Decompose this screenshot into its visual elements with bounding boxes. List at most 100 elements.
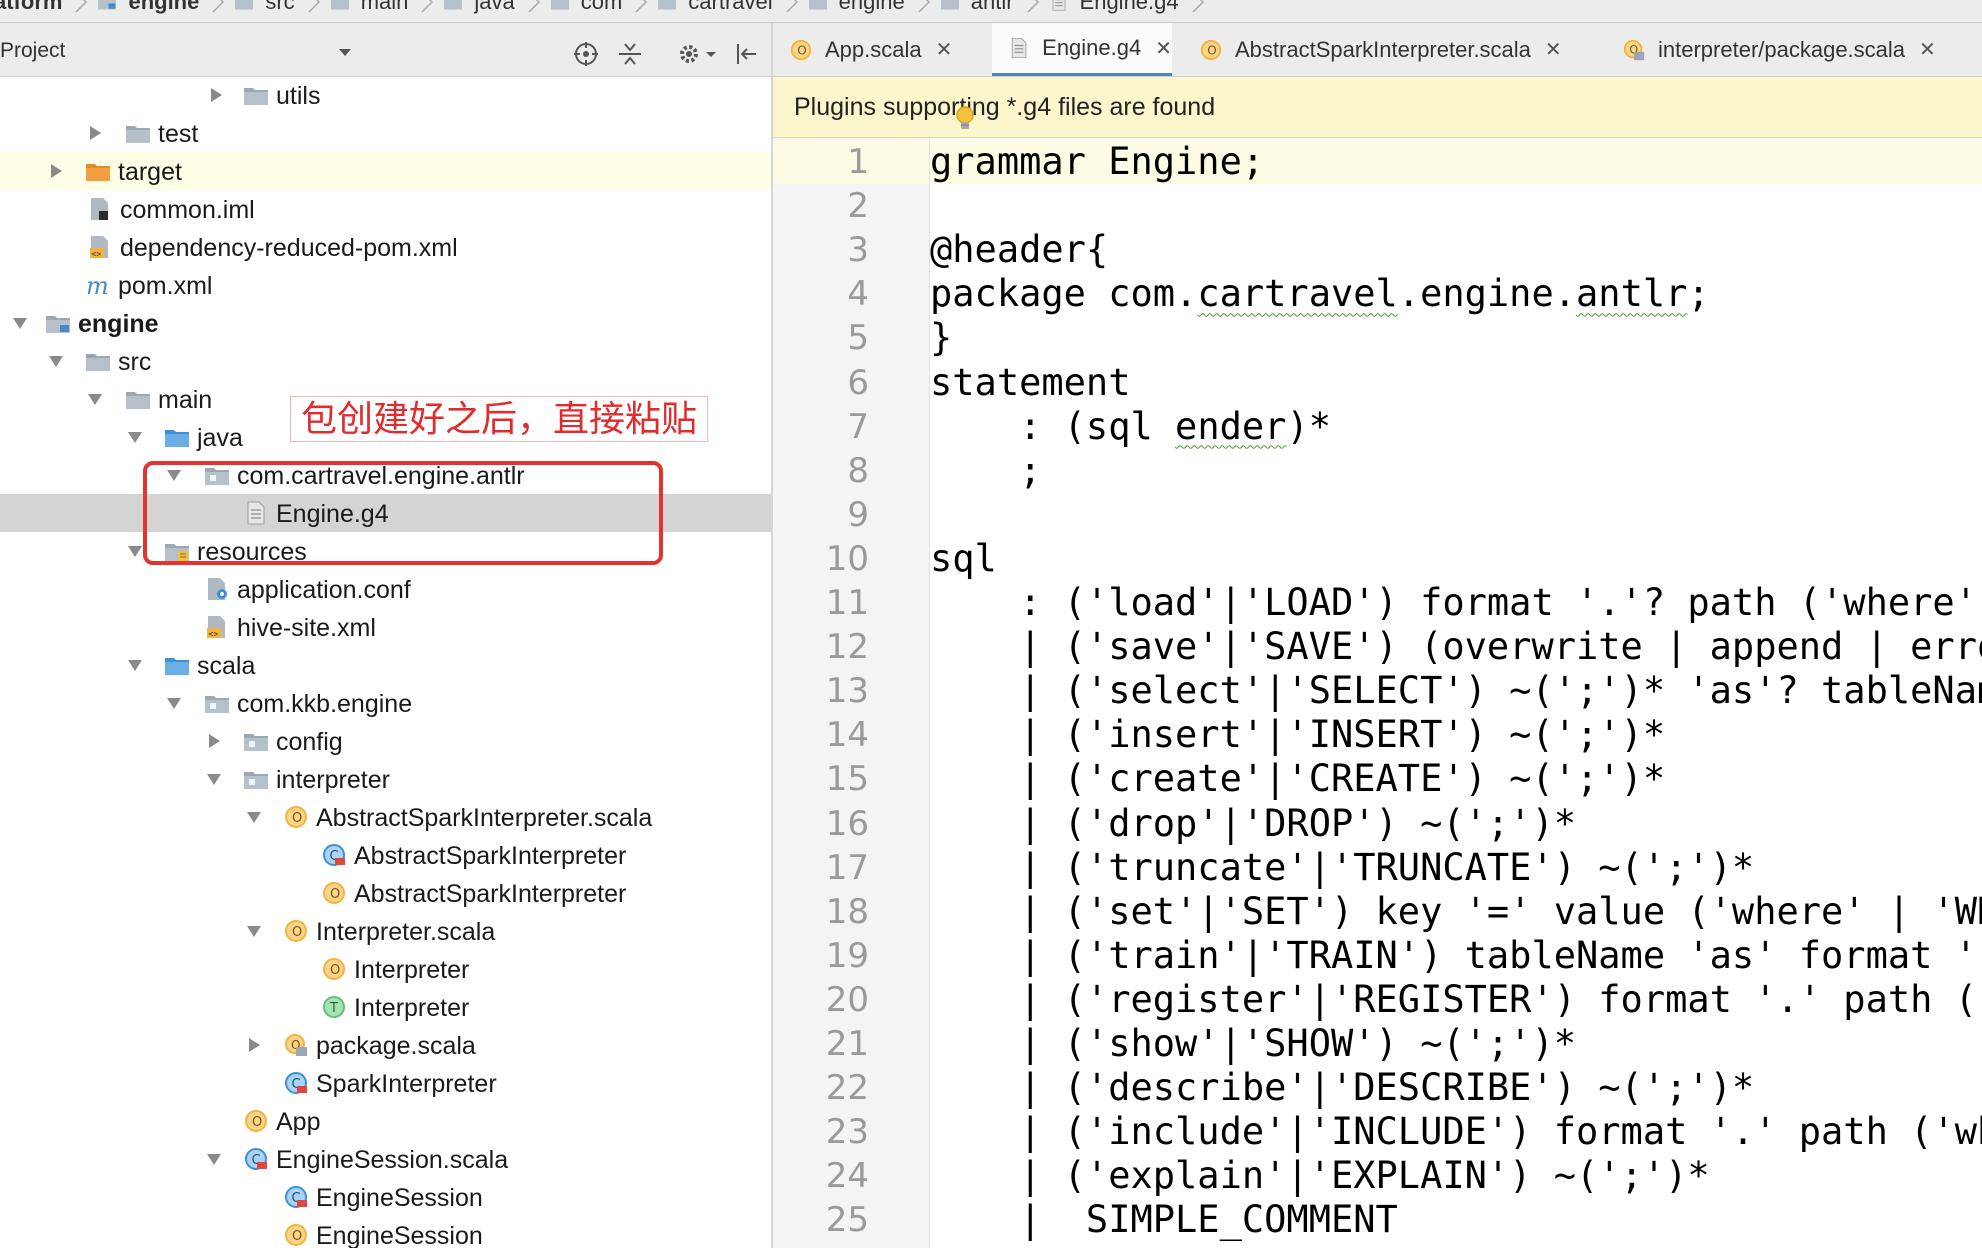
tree-item[interactable]: O Interpreter.scala — [0, 912, 771, 950]
tree-item[interactable]: C SparkInterpreter — [0, 1064, 771, 1102]
tree-item[interactable]: O App — [0, 1102, 771, 1140]
close-icon[interactable]: ✕ — [1545, 37, 1562, 62]
tree-item[interactable]: C EngineSession — [0, 1178, 771, 1216]
tree-item[interactable]: O AbstractSparkInterpreter — [0, 874, 771, 912]
expand-arrow-icon[interactable] — [127, 657, 143, 673]
tree-item[interactable]: application.conf — [0, 570, 771, 608]
editor-tab[interactable]: O App.scala ✕ — [773, 23, 969, 76]
chevron-down-icon[interactable] — [338, 48, 352, 58]
code-line[interactable]: | ('select'|'SELECT') ~(';')* 'as'? tabl… — [930, 669, 1982, 713]
tree-item[interactable]: interpreter — [0, 760, 771, 798]
code-line[interactable]: | ('show'|'SHOW') ~(';')* — [930, 1022, 1982, 1066]
close-icon[interactable]: ✕ — [1919, 37, 1936, 62]
editor-tab[interactable]: Engine.g4 ✕ — [992, 23, 1172, 76]
code-line[interactable]: grammar Engine; — [930, 140, 1982, 184]
code-line[interactable]: : ('load'|'LOAD') format '.'? path ('whe… — [930, 581, 1982, 625]
collapse-arrow-icon[interactable] — [246, 1037, 262, 1053]
spelling-warning[interactable]: ender — [1175, 405, 1286, 448]
tree-item[interactable]: config — [0, 722, 771, 760]
code-area[interactable]: grammar Engine; @header{package com.cartr… — [930, 138, 1982, 1248]
expand-arrow-icon[interactable] — [48, 353, 64, 369]
tree-item[interactable]: m pom.xml — [0, 266, 771, 304]
tree-item[interactable]: O Interpreter — [0, 950, 771, 988]
code-line[interactable]: | ('set'|'SET') key '=' value ('where' |… — [930, 890, 1982, 934]
code-line[interactable]: } — [930, 316, 1982, 360]
tree-item-label: EngineSession.scala — [276, 1146, 509, 1174]
code-line[interactable]: sql — [930, 537, 1982, 581]
plugin-banner[interactable]: Plugins supporting *.g4 files are found — [773, 77, 1982, 138]
code-line[interactable]: | ('train'|'TRAIN') tableName 'as' forma… — [930, 934, 1982, 978]
code-line[interactable]: | SIMPLE_COMMENT — [930, 1198, 1982, 1242]
code-line[interactable]: ; — [930, 449, 1982, 493]
code-line[interactable]: @header{ — [930, 228, 1982, 272]
tree-item[interactable]: Opackage.scala — [0, 1026, 771, 1064]
expand-arrow-icon[interactable] — [206, 771, 222, 787]
breadcrumb-item[interactable]: main — [321, 0, 435, 15]
breadcrumb-item[interactable]: cartravel — [648, 0, 798, 15]
tree-item[interactable]: <> hive-site.xml — [0, 608, 771, 646]
code-line[interactable]: | ('register'|'REGISTER') format '.' pat… — [930, 978, 1982, 1022]
breadcrumb-item[interactable]: java — [434, 0, 540, 15]
tree-item[interactable]: C EngineSession.scala — [0, 1140, 771, 1178]
collapse-arrow-icon[interactable] — [208, 87, 224, 103]
lightbulb-icon[interactable] — [955, 105, 975, 133]
expand-arrow-icon[interactable] — [127, 429, 143, 445]
gear-icon[interactable] — [676, 41, 702, 67]
expand-arrow-icon[interactable] — [246, 809, 262, 825]
breadcrumb-item[interactable]: engine — [799, 0, 931, 15]
collapse-all-icon[interactable] — [617, 41, 643, 67]
code-line[interactable]: | ('insert'|'INSERT') ~(';')* — [930, 713, 1982, 757]
breadcrumb-item[interactable]: src — [225, 0, 320, 15]
chevron-down-icon[interactable] — [704, 41, 718, 67]
tree-item[interactable]: O EngineSession — [0, 1216, 771, 1248]
editor-tab[interactable]: O AbstractSparkInterpreter.scala ✕ — [1183, 23, 1593, 76]
scala-object-icon: O — [245, 1110, 267, 1132]
hide-panel-icon[interactable] — [734, 41, 760, 67]
expand-arrow-icon[interactable] — [12, 315, 28, 331]
collapse-arrow-icon[interactable] — [48, 163, 64, 179]
tree-item[interactable]: target — [0, 152, 771, 190]
tree-item[interactable]: O AbstractSparkInterpreter.scala — [0, 798, 771, 836]
tree-item[interactable]: T Interpreter — [0, 988, 771, 1026]
code-line[interactable]: : (sql ender)* — [930, 405, 1982, 449]
tree-item[interactable]: engine — [0, 304, 771, 342]
collapse-arrow-icon[interactable] — [206, 733, 222, 749]
code-line[interactable]: package com.cartravel.engine.antlr; — [930, 272, 1982, 316]
tree-item[interactable]: com.kkb.engine — [0, 684, 771, 722]
scroll-from-source-icon[interactable] — [573, 41, 599, 67]
breadcrumb-item[interactable]: com — [541, 0, 649, 15]
code-line[interactable] — [930, 184, 1982, 228]
tree-item[interactable]: common.iml — [0, 190, 771, 228]
code-line[interactable]: | ('include'|'INCLUDE') format '.' path … — [930, 1110, 1982, 1154]
project-view-selector[interactable]: Project — [0, 39, 65, 63]
collapse-arrow-icon[interactable] — [87, 125, 103, 141]
tree-item[interactable]: C AbstractSparkInterpreter — [0, 836, 771, 874]
code-line[interactable]: | ('create'|'CREATE') ~(';')* — [930, 757, 1982, 801]
expand-arrow-icon[interactable] — [127, 543, 143, 559]
breadcrumb-item[interactable]: Engine.g4 — [1040, 0, 1205, 15]
expand-arrow-icon[interactable] — [206, 1151, 222, 1167]
tree-item[interactable]: utils — [0, 76, 771, 114]
breadcrumb-item[interactable]: engine — [88, 0, 225, 15]
code-line[interactable]: | ('describe'|'DESCRIBE') ~(';')* — [930, 1066, 1982, 1110]
code-line[interactable] — [930, 493, 1982, 537]
tree-item[interactable]: test — [0, 114, 771, 152]
code-line[interactable]: | ('drop'|'DROP') ~(';')* — [930, 802, 1982, 846]
code-line[interactable]: | ('explain'|'EXPLAIN') ~(';')* — [930, 1154, 1982, 1198]
close-icon[interactable]: ✕ — [1155, 36, 1172, 61]
tree-item[interactable]: <> dependency-reduced-pom.xml — [0, 228, 771, 266]
expand-arrow-icon[interactable] — [166, 695, 182, 711]
spelling-warning[interactable]: antlr — [1576, 272, 1687, 315]
code-line[interactable]: | ('truncate'|'TRUNCATE') ~(';')* — [930, 846, 1982, 890]
spelling-warning[interactable]: cartravel — [1197, 272, 1397, 315]
code-line[interactable]: | ('save'|'SAVE') (overwrite | append | … — [930, 625, 1982, 669]
tree-item[interactable]: src — [0, 342, 771, 380]
breadcrumb-item[interactable]: atform — [0, 0, 88, 15]
tree-item[interactable]: scala — [0, 646, 771, 684]
editor-tab[interactable]: Ointerpreter/package.scala ✕ — [1606, 23, 1966, 76]
code-line[interactable]: statement — [930, 361, 1982, 405]
expand-arrow-icon[interactable] — [246, 923, 262, 939]
close-icon[interactable]: ✕ — [936, 37, 953, 62]
expand-arrow-icon[interactable] — [87, 391, 103, 407]
breadcrumb-item[interactable]: antlr — [931, 0, 1040, 15]
